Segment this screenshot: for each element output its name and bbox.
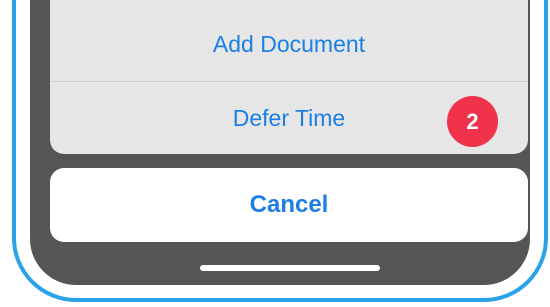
phone-screen: Add Document Defer Time 2 Cancel [30,0,530,285]
screenshot-stage: Add Document Defer Time 2 Cancel [0,0,550,307]
step-number-badge: 2 [447,96,498,147]
cancel-button[interactable]: Cancel [50,168,528,242]
home-indicator [200,265,380,271]
add-document-button[interactable]: Add Document [50,8,528,82]
